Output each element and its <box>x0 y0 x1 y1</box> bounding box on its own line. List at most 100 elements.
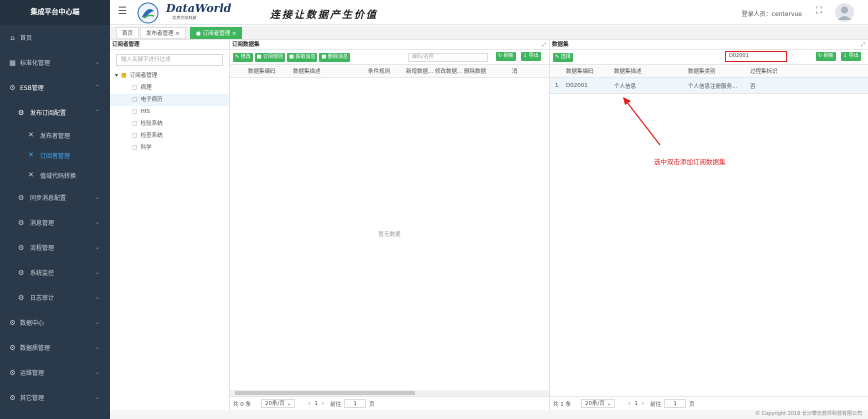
sidebar-item-label: 数据中心 <box>20 320 45 327</box>
home-icon: ⌂ <box>10 33 15 42</box>
gear-icon: ⚙ <box>9 343 16 352</box>
sidebar-item-label: 系统监控 <box>30 270 55 277</box>
refresh-button[interactable]: ↻ 刷新 <box>816 52 836 61</box>
logo-icon <box>137 2 159 24</box>
sidebar-item-subscriber[interactable]: ✕ 订阅者管理 <box>0 145 110 165</box>
scrollbar-thumb[interactable] <box>235 391 415 395</box>
next-page-icon[interactable]: › <box>322 401 324 407</box>
delete-button[interactable]: ■ 删除消息 <box>319 52 350 62</box>
sidebar-item-label: ESB管理 <box>20 85 44 92</box>
column-header: 条件规则 <box>368 69 391 75</box>
chevron-down-icon: ⌄ <box>94 194 100 201</box>
maximize-icon[interactable]: ⤢ <box>861 40 865 50</box>
sidebar-item-esb[interactable]: ⚙ ESB管理 ⌃ <box>0 75 110 100</box>
tree-node[interactable]: ▢ HIS <box>110 106 229 118</box>
gear-icon: ⚙ <box>9 83 16 92</box>
app-title: 集成平台中心端 <box>0 0 110 25</box>
goto-page-input[interactable]: 1 <box>664 399 687 408</box>
next-page-icon[interactable]: › <box>642 401 644 407</box>
table-row[interactable]: 1 D02001 个人信息 个人信息注册服务... 否 <box>550 78 868 94</box>
sidebar-item-process[interactable]: ⚙ 流程管理 ⌄ <box>0 235 110 260</box>
avatar[interactable] <box>835 3 854 22</box>
sidebar-item-data-center[interactable]: ⚙ 数据中心 ⌄ <box>0 310 110 335</box>
gear-icon: ⚙ <box>18 293 25 302</box>
tab-label: 订阅者管理 <box>202 31 231 37</box>
chevron-up-icon: ⌃ <box>94 84 100 91</box>
sidebar-item-message[interactable]: ⚙ 消息管理 ⌄ <box>0 210 110 235</box>
edit-button[interactable]: ✎ 修改 <box>233 52 253 62</box>
chevron-down-icon: ⌄ <box>94 244 100 251</box>
sidebar-item-label: 流程管理 <box>30 245 55 252</box>
tree-node[interactable]: ▢ 病理 <box>110 82 229 94</box>
tree-label: 检验系统 <box>140 121 163 127</box>
tree-search-input[interactable]: 输入关键字进行过滤 <box>116 54 223 66</box>
sidebar-item-pubsub-config[interactable]: ⚙ 发布订阅配置 ⌃ <box>0 100 110 125</box>
sidebar-item-code-convert[interactable]: ✕ 值域代码转换 <box>0 165 110 185</box>
gear-icon: ⚙ <box>18 268 25 277</box>
export-button[interactable]: ⇩ 导出 <box>841 52 861 61</box>
tree-node[interactable]: ▢ 科学 <box>110 142 229 154</box>
tab-publisher[interactable]: 发布者管理 × <box>140 27 186 39</box>
dot-icon: ● <box>196 31 201 37</box>
caret-down-icon: ▾ <box>115 72 119 79</box>
sidebar-item-label: 同步消息配置 <box>30 195 67 202</box>
maximize-icon[interactable]: ⤢ <box>542 40 546 50</box>
sidebar-item-ops[interactable]: ⚙ 运维管理 ⌄ <box>0 360 110 385</box>
tree-root[interactable]: ▾ ■ 订阅者管理 <box>110 70 229 82</box>
fullscreen-icon[interactable]: ⛶ <box>816 6 822 16</box>
column-header: 数据集描述 <box>293 69 321 75</box>
export-button[interactable]: ⇩ 导出 <box>521 52 541 61</box>
subscribe-search-input[interactable]: 编码/名称 <box>408 53 488 62</box>
column-header: 消 <box>512 69 518 75</box>
dataset-panel: 数据集 ⤢ ✎ 选择 D02001 ↻ 刷新 ⇩ 导出 数据集编码 数据集描述 数… <box>550 40 868 410</box>
tree-label: 病理 <box>140 85 152 91</box>
select-button[interactable]: ✎ 选择 <box>553 52 573 62</box>
page-size-select[interactable]: 20条/页 ⌄ <box>261 399 296 408</box>
page-size-select[interactable]: 20条/页 ⌄ <box>581 399 616 408</box>
file-icon: ▢ <box>132 84 138 91</box>
tree-label: 检查系统 <box>140 133 163 139</box>
rules-button[interactable]: ■ 订阅规则 <box>254 52 286 62</box>
sidebar-item-publisher[interactable]: ✕ 发布者管理 <box>0 125 110 145</box>
chevron-down-icon: ⌄ <box>94 269 100 276</box>
menu-toggle-icon[interactable]: ☰ <box>118 6 127 17</box>
page-number[interactable]: 1 <box>314 401 318 407</box>
fetch-button[interactable]: ■ 获取消息 <box>287 52 318 62</box>
slogan: 连接让数据产生价值 <box>270 10 378 21</box>
gear-icon: ⚙ <box>18 218 25 227</box>
sidebar-item-label: 首页 <box>20 35 33 42</box>
sidebar-item-data-quality[interactable]: ⚙ 数据质管理 ⌄ <box>0 335 110 360</box>
goto-page-input[interactable]: 1 <box>344 399 367 408</box>
sidebar-item-monitor[interactable]: ⚙ 系统监控 ⌄ <box>0 260 110 285</box>
goto-label: 前往 <box>330 401 342 408</box>
dataset-pager: 共 1 条 20条/页 ⌄ ‹ 1 › 前往 1 页 <box>550 396 868 410</box>
prev-page-icon[interactable]: ‹ <box>308 401 310 407</box>
chevron-down-icon: ⌄ <box>94 294 100 301</box>
sidebar-item-home[interactable]: ⌂ 首页 <box>0 25 110 50</box>
tab-home[interactable]: 首页 <box>116 27 140 39</box>
sidebar-item-standardization[interactable]: ▦ 标准化管理 ⌄ <box>0 50 110 75</box>
tools-icon: ✕ <box>28 151 34 159</box>
subscribe-toolbar: ✎ 修改 ■ 订阅规则 ■ 获取消息 ■ 删除消息 编码/名称 ↻ 刷新 ⇩ 导… <box>230 50 549 64</box>
sidebar-item-sync-config[interactable]: ⚙ 同步消息配置 ⌄ <box>0 185 110 210</box>
refresh-button[interactable]: ↻ 刷新 <box>496 52 516 61</box>
column-header: 新增数据... <box>406 69 434 75</box>
sidebar-item-other[interactable]: ⚙ 其它管理 ⌄ <box>0 385 110 410</box>
sidebar-item-audit[interactable]: ⚙ 日志审计 ⌄ <box>0 285 110 310</box>
tab-bar: 首页 发布者管理 × ● 订阅者管理 × <box>110 26 868 40</box>
close-icon[interactable]: × <box>175 31 180 37</box>
subscribe-pager: 共 0 条 20条/页 ⌄ ‹ 1 › 前往 1 页 <box>230 396 549 410</box>
dataset-search-input[interactable]: D02001 <box>725 51 787 62</box>
tree-node[interactable]: ▢ 检查系统 <box>110 130 229 142</box>
close-icon[interactable]: × <box>232 31 237 37</box>
prev-page-icon[interactable]: ‹ <box>628 401 630 407</box>
column-header: 过程集标识 <box>750 69 778 75</box>
page-number[interactable]: 1 <box>634 401 638 407</box>
column-header: 修改数据... <box>435 69 463 75</box>
sidebar-item-label: 值域代码转换 <box>40 172 77 180</box>
tab-subscriber[interactable]: ● 订阅者管理 × <box>190 27 243 39</box>
gear-icon: ⚙ <box>9 318 16 327</box>
page-unit-label: 页 <box>689 401 695 408</box>
tree-node[interactable]: ▢ 检验系统 <box>110 118 229 130</box>
tree-node[interactable]: ▢ 电子病历 <box>110 94 229 106</box>
